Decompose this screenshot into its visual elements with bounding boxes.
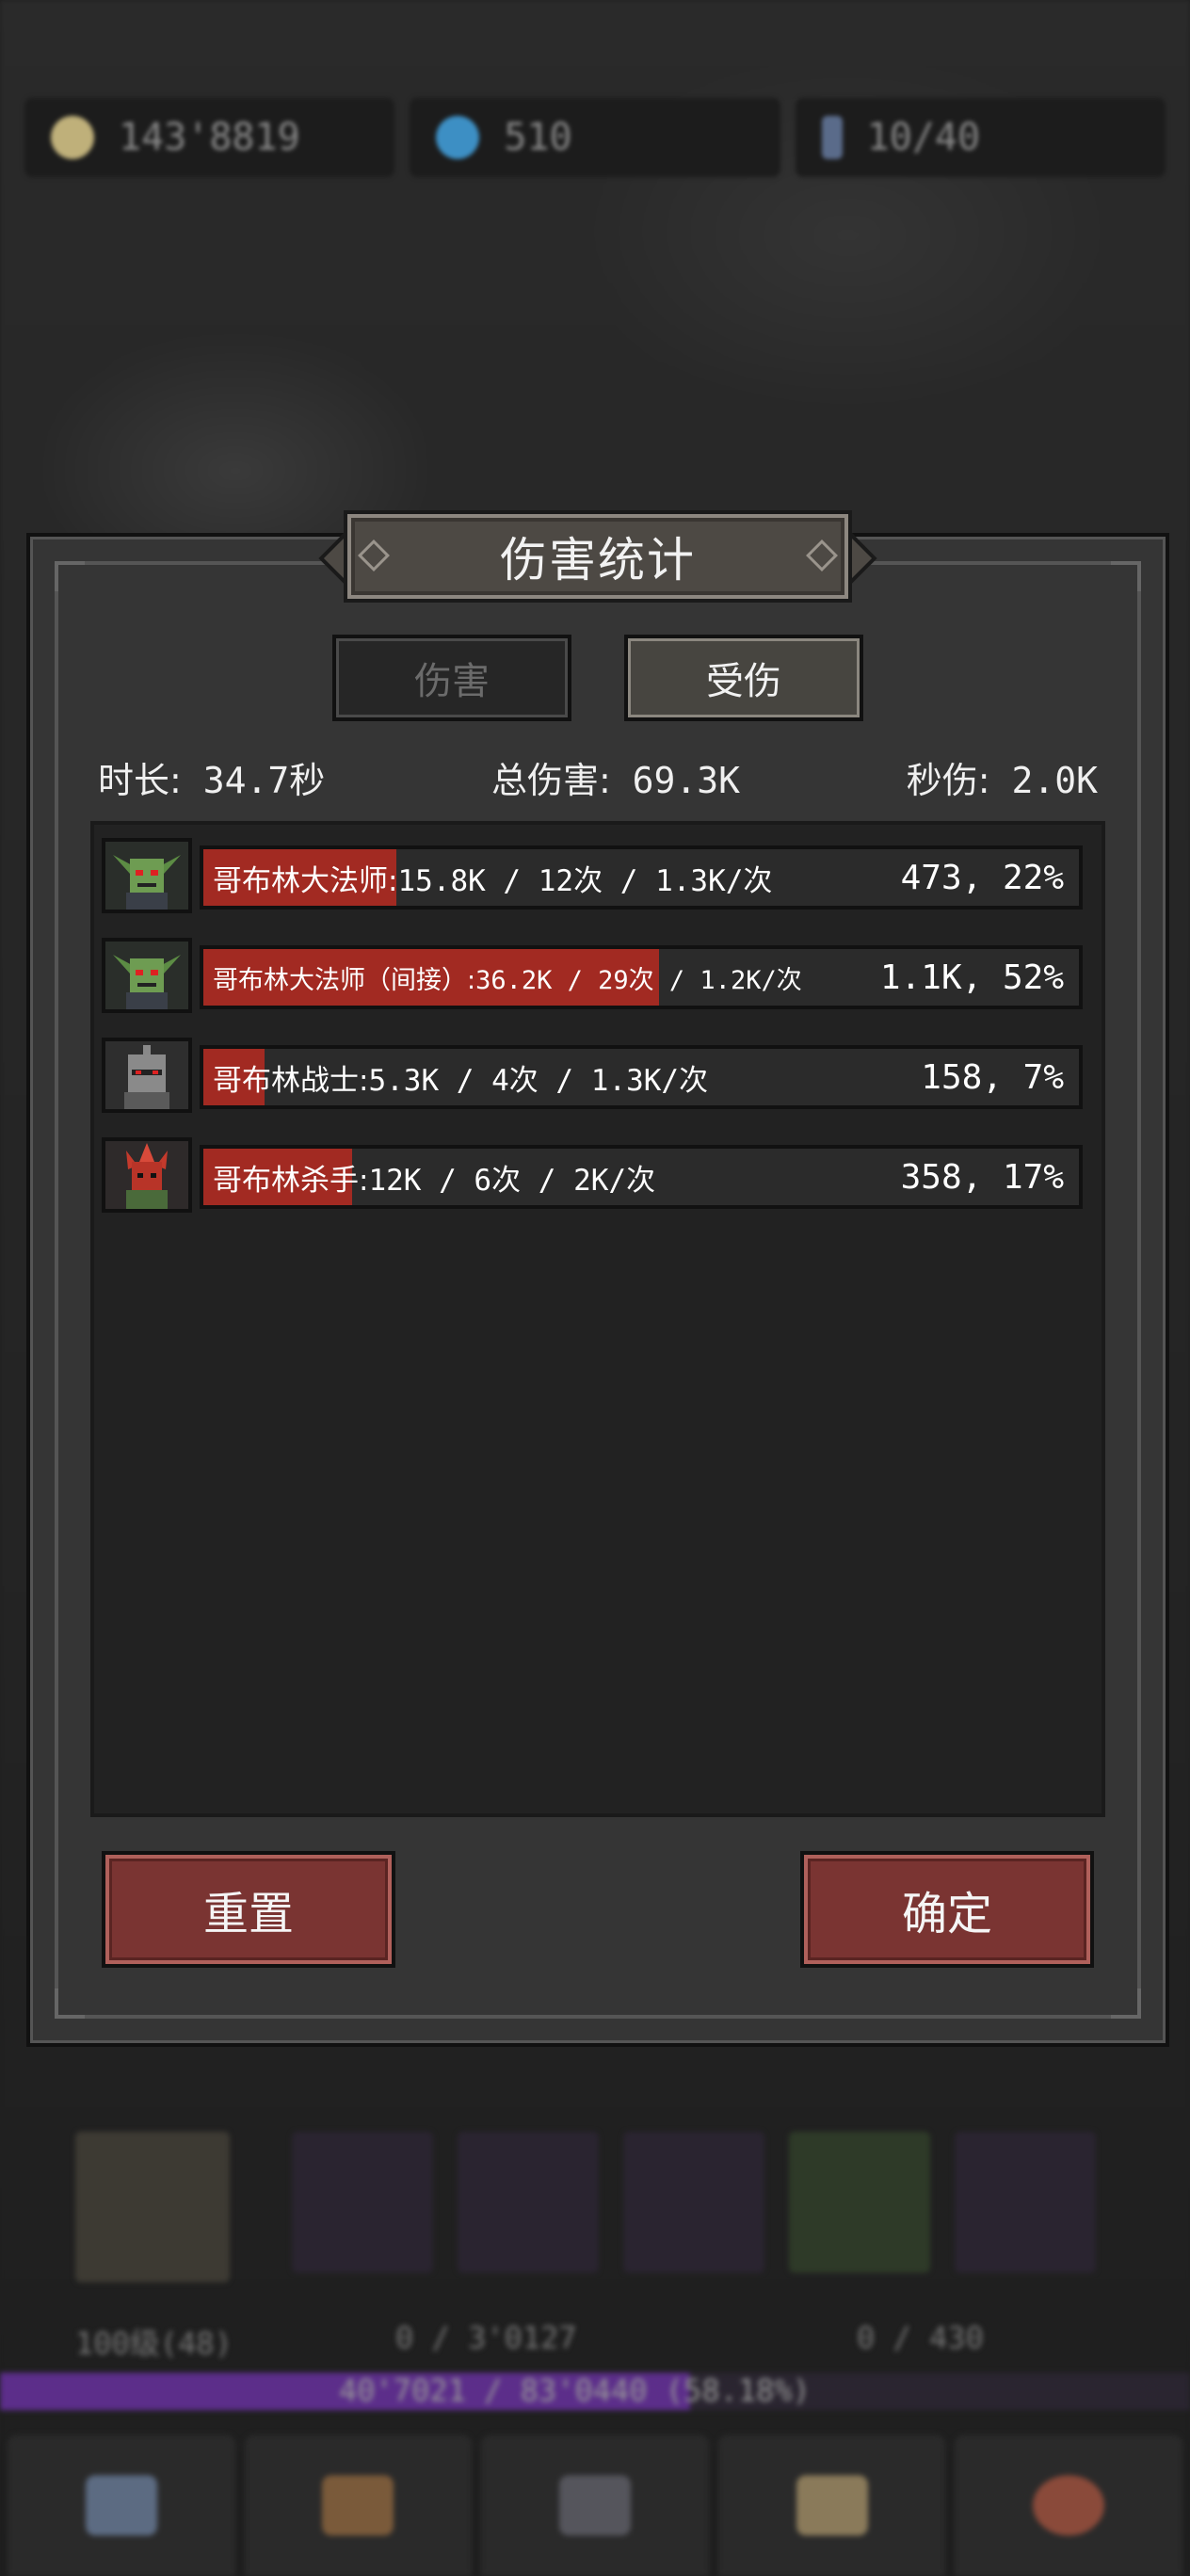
blue-gem-icon [436,116,480,159]
goblin-archmage-portrait-icon [102,838,192,913]
row-share: 1.1K, 52% [879,958,1064,997]
resource-bar: 143'8819 510 10/40 [24,98,1166,177]
badge-icon [1033,2475,1105,2536]
scroll-icon [85,2475,157,2536]
nav-dungeon-icon [481,2435,709,2576]
frame-corner [55,561,85,591]
nav-settings-icon [955,2435,1182,2576]
damage-share-bar: 哥布林大法师（间接）: 36.2K / 29次 / 1.2K/次 1.1K, 52… [200,945,1083,1009]
skill-slot [292,2132,433,2273]
bag-icon [322,2475,394,2536]
damage-share-bar: 哥布林杀手: 12K / 6次 / 2K/次 358, 17% [200,1145,1083,1209]
summary-stats: 时长: 34.7秒 总伤害: 69.3K 秒伤: 2.0K [98,751,1098,803]
tab-bar: 伤害 受伤 [30,635,1166,721]
skill-slot [955,2132,1096,2273]
bottom-nav [0,2435,1190,2576]
damage-share-bar: 哥布林战士: 5.3K / 4次 / 1.3K/次 158, 7% [200,1045,1083,1109]
blurred-bottom-hud: 100级(48) 0 / 3'0127 0 / 430 40'7021 / 83… [0,2090,1190,2576]
xp-text: 40'7021 / 83'0440 (58.18%) [339,2373,811,2408]
duration-value: 34.7秒 [202,760,326,801]
dps-value: 2.0K [1011,760,1098,801]
nav-book-icon [717,2435,946,2576]
goblin-assassin-portrait-icon [102,1137,192,1213]
duration-label: 时长: [98,760,182,801]
row-name: 哥布林大法师（间接）: [213,965,476,995]
goblin-archmage-portrait-icon [102,938,192,1013]
row-name: 哥布林杀手: [213,1163,369,1198]
tab-damage-taken[interactable]: 受伤 [624,635,863,721]
key-value: 10/40 [866,116,981,159]
skill-bar [75,2132,1096,2282]
skill-slot [458,2132,599,2273]
damage-row[interactable]: 哥布林大法师: 15.8K / 12次 / 1.3K/次 473, 22% [102,838,1083,913]
gold-counter: 143'8819 [24,98,395,177]
damage-row[interactable]: 哥布林战士: 5.3K / 4次 / 1.3K/次 158, 7% [102,1038,1083,1113]
hero-portrait [75,2132,230,2282]
row-share: 358, 17% [900,1157,1064,1197]
dialog-title: 伤害统计 [500,533,696,588]
damage-stats-dialog: 伤害统计 伤害 受伤 时长: 34.7秒 总伤害: 69.3K 秒伤: 2.0K [26,510,1169,2047]
book-icon [796,2475,868,2536]
tab-damage-dealt[interactable]: 伤害 [332,635,571,721]
row-detail: 36.2K / 29次 / 1.2K/次 [475,965,802,995]
total-damage-stat: 总伤害: 69.3K [491,751,740,803]
dialog-title-plate: 伤害统计 [318,510,877,603]
damage-share-bar: 哥布林大法师: 15.8K / 12次 / 1.3K/次 473, 22% [200,845,1083,910]
row-text: 哥布林大法师: 15.8K / 12次 / 1.3K/次 [213,849,772,906]
skill-slot [789,2132,930,2273]
confirm-button[interactable]: 确定 [800,1851,1094,1968]
skill-slot [623,2132,764,2273]
total-damage-label: 总伤害: [490,760,611,801]
row-detail: 12K / 6次 / 2K/次 [368,1163,656,1198]
key-counter: 10/40 [795,98,1166,177]
gate-icon [558,2475,631,2536]
title-plate-body: 伤害统计 [344,510,852,603]
damage-row[interactable]: 哥布林大法师（间接）: 36.2K / 29次 / 1.2K/次 1.1K, 52… [102,938,1083,1013]
damage-row[interactable]: 哥布林杀手: 12K / 6次 / 2K/次 358, 17% [102,1137,1083,1213]
total-damage-value: 69.3K [632,760,741,801]
dps-stat: 秒伤: 2.0K [907,751,1098,803]
nav-quest-icon [8,2435,235,2576]
xp-bar: 40'7021 / 83'0440 (58.18%) [0,2373,1190,2410]
frame-corner [55,1988,85,2019]
row-name: 哥布林战士: [213,1063,369,1098]
duration-stat: 时长: 34.7秒 [98,751,325,803]
gold-coin-icon [51,116,94,159]
gem-counter: 510 [410,98,780,177]
damage-list[interactable]: 哥布林大法师: 15.8K / 12次 / 1.3K/次 473, 22% 哥布… [90,821,1105,1817]
dps-label: 秒伤: [906,760,990,801]
goblin-warrior-portrait-icon [102,1038,192,1113]
reset-button[interactable]: 重置 [102,1851,395,1968]
row-text: 哥布林战士: 5.3K / 4次 / 1.3K/次 [213,1049,708,1105]
frame-corner [1111,1988,1141,2019]
key-icon [821,116,843,159]
hero-level: 100级(48) [75,2326,233,2361]
row-detail: 5.3K / 4次 / 1.3K/次 [368,1063,709,1098]
nav-bag-icon [244,2435,473,2576]
row-name: 哥布林大法师: [213,863,398,898]
row-detail: 15.8K / 12次 / 1.3K/次 [397,863,773,898]
row-text: 哥布林大法师（间接）: 36.2K / 29次 / 1.2K/次 [213,949,802,1006]
progress-left: 0 / 3'0127 [395,2320,577,2356]
progress-right: 0 / 430 [857,2320,984,2356]
frame-corner [1111,561,1141,591]
gold-value: 143'8819 [119,116,300,159]
row-text: 哥布林杀手: 12K / 6次 / 2K/次 [213,1149,655,1205]
row-share: 473, 22% [900,858,1064,897]
gem-value: 510 [504,116,572,159]
row-share: 158, 7% [921,1057,1064,1097]
